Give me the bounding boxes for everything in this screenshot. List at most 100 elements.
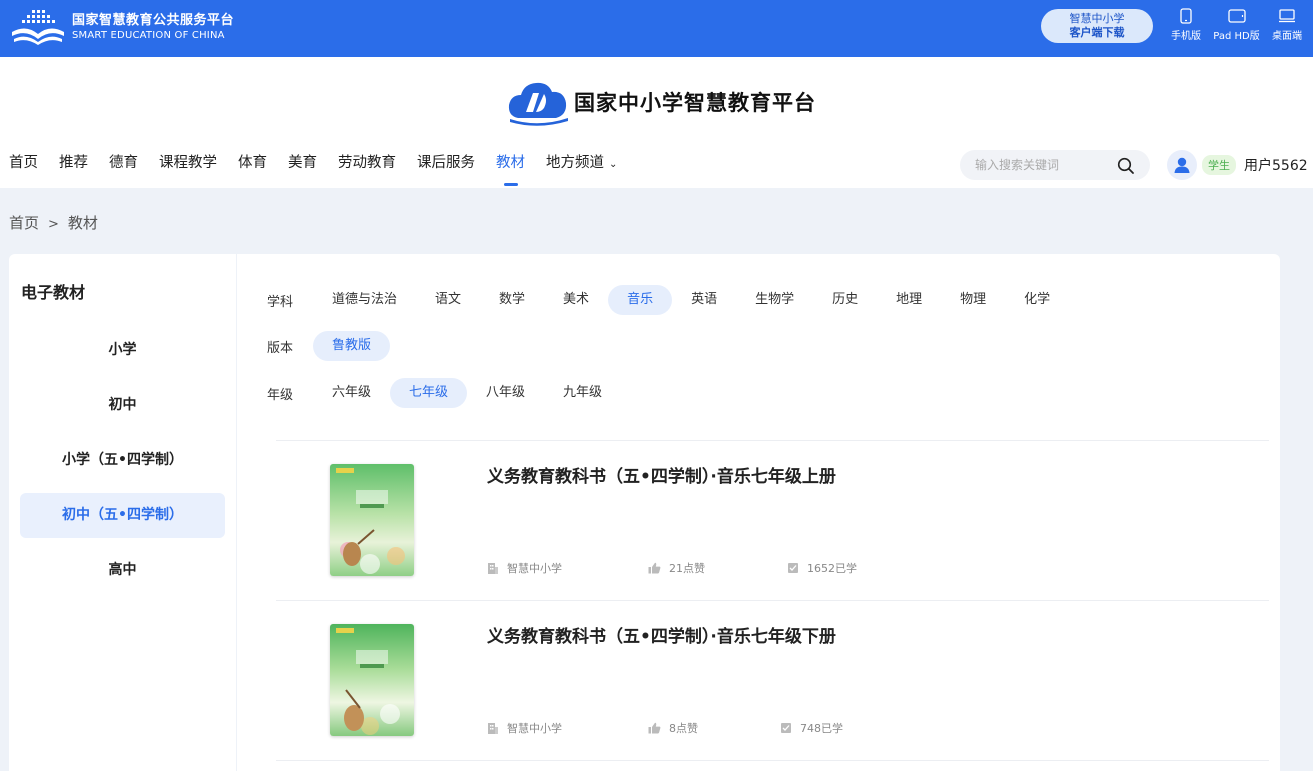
book-cover-image-icon — [330, 624, 414, 736]
filter-subject-label: 学科 — [267, 294, 294, 310]
book-cover[interactable] — [330, 464, 414, 576]
main-nav: 首页 推荐 德育 课程教学 体育 美育 劳动教育 课后服务 教材 地方频道 ⌄ — [9, 154, 638, 184]
book-likes: 21点赞 — [648, 560, 705, 576]
learned-icon — [788, 563, 798, 573]
book-likes-text: 8点赞 — [669, 722, 698, 735]
breadcrumb-home[interactable]: 首页 — [9, 214, 39, 232]
book-source: 智慧中小学 — [487, 720, 562, 736]
book-learned: 748已学 — [780, 720, 843, 736]
site-logo-icon — [508, 82, 568, 126]
book-title[interactable]: 义务教育教科书（五•四学制）·音乐七年级上册 — [487, 462, 836, 487]
search-icon[interactable] — [1117, 157, 1135, 175]
brand-name-en: SMART EDUCATION OF CHINA — [72, 29, 225, 41]
breadcrumb-separator: > — [48, 217, 59, 232]
header: 国家中小学智慧教育平台 首页 推荐 德育 课程教学 体育 美育 劳动教育 课后服… — [0, 57, 1313, 188]
sidebar-item-senior[interactable]: 高中 — [20, 548, 225, 593]
sidebar: 电子教材 小学 初中 小学（五•四学制） 初中（五•四学制） 高中 — [9, 254, 236, 771]
thumbs-up-icon — [648, 562, 661, 574]
nav-home[interactable]: 首页 — [9, 154, 38, 184]
breadcrumb-current: 教材 — [67, 214, 98, 232]
device-tablet[interactable]: Pad HD版 — [1209, 8, 1264, 42]
subject-chip-chinese[interactable]: 语文 — [416, 285, 480, 315]
sidebar-item-junior-54[interactable]: 初中（五•四学制） — [20, 493, 225, 538]
book-source-text: 智慧中小学 — [507, 722, 562, 735]
download-line-1: 智慧中小学 — [1069, 12, 1125, 25]
subject-chip-music[interactable]: 音乐 — [608, 285, 673, 315]
thumbs-up-icon — [648, 722, 661, 734]
subject-chip-history[interactable]: 历史 — [813, 285, 877, 315]
edition-chip-lujiao[interactable]: 鲁教版 — [313, 331, 391, 361]
subject-chip-chemistry[interactable]: 化学 — [1005, 285, 1069, 315]
book-title[interactable]: 义务教育教科书（五•四学制）·音乐七年级下册 — [487, 622, 836, 647]
book-likes: 8点赞 — [648, 720, 698, 736]
nav-moral[interactable]: 德育 — [109, 154, 138, 184]
device-tablet-label: Pad HD版 — [1213, 31, 1260, 42]
nav-local-channel-label: 地方频道 — [546, 155, 604, 171]
nav-textbooks[interactable]: 教材 — [496, 154, 525, 184]
book-likes-text: 21点赞 — [669, 562, 705, 575]
building-icon — [488, 722, 498, 734]
nav-courses[interactable]: 课程教学 — [159, 154, 217, 184]
subject-chip-fine-arts[interactable]: 美术 — [544, 285, 608, 315]
site-title: 国家中小学智慧教育平台 — [574, 90, 816, 115]
user-avatar-icon — [1174, 157, 1190, 173]
book-learned: 1652已学 — [787, 560, 857, 576]
filter-edition-label: 版本 — [267, 340, 294, 356]
desktop-icon — [1279, 9, 1295, 23]
subject-chip-biology[interactable]: 生物学 — [736, 285, 813, 315]
chevron-down-icon: ⌄ — [609, 159, 618, 170]
subject-chip-english[interactable]: 英语 — [672, 285, 736, 315]
book-source: 智慧中小学 — [487, 560, 562, 576]
building-icon — [488, 562, 498, 574]
nav-local-channel[interactable]: 地方频道 ⌄ — [546, 154, 617, 184]
user-menu[interactable]: 学生 用户5562 — [1167, 150, 1308, 180]
search-input[interactable] — [975, 150, 1120, 180]
top-bar: 国家智慧教育公共服务平台 SMART EDUCATION OF CHINA 智慧… — [0, 0, 1313, 57]
subject-chip-morality[interactable]: 道德与法治 — [313, 285, 416, 315]
learned-icon — [781, 723, 791, 733]
list-divider — [276, 760, 1269, 771]
book-source-text: 智慧中小学 — [507, 562, 562, 575]
download-line-2: 客户端下载 — [1069, 26, 1125, 39]
book-learned-text: 1652已学 — [807, 562, 857, 575]
main-panel: 学科 道德与法治 语文 数学 美术 音乐 英语 生物学 历史 地理 物理 化学 … — [237, 254, 1280, 771]
sidebar-item-primary-54[interactable]: 小学（五•四学制） — [20, 438, 225, 483]
device-desktop-label: 桌面端 — [1272, 31, 1302, 42]
grade-chip-8[interactable]: 八年级 — [467, 378, 544, 408]
grade-chip-9[interactable]: 九年级 — [544, 378, 621, 408]
subject-chip-math[interactable]: 数学 — [480, 285, 544, 315]
device-phone-label: 手机版 — [1171, 31, 1201, 42]
book-item[interactable]: 义务教育教科书（五•四学制）·音乐七年级上册 智慧中小学 21点赞 1652已学 — [276, 440, 1269, 600]
sidebar-item-junior[interactable]: 初中 — [20, 383, 225, 428]
breadcrumb: 首页 > 教材 — [9, 212, 98, 233]
nav-labor[interactable]: 劳动教育 — [338, 154, 396, 184]
filter-grade-row: 年级 六年级 七年级 八年级 九年级 — [267, 378, 621, 408]
brand[interactable]: 国家智慧教育公共服务平台 SMART EDUCATION OF CHINA — [10, 8, 234, 46]
sidebar-title: 电子教材 — [21, 283, 86, 302]
subject-chip-geography[interactable]: 地理 — [877, 285, 941, 315]
nav-after-school[interactable]: 课后服务 — [417, 154, 475, 184]
grade-chip-7[interactable]: 七年级 — [390, 378, 468, 408]
sidebar-item-primary[interactable]: 小学 — [20, 328, 225, 373]
filter-subject-row: 学科 道德与法治 语文 数学 美术 音乐 英语 生物学 历史 地理 物理 化学 — [267, 285, 1069, 315]
book-cover-image-icon — [330, 464, 414, 576]
nav-arts[interactable]: 美育 — [288, 154, 317, 184]
username[interactable]: 用户5562 — [1244, 155, 1308, 175]
subject-chip-physics[interactable]: 物理 — [941, 285, 1005, 315]
book-cover[interactable] — [330, 624, 414, 736]
avatar[interactable] — [1167, 150, 1197, 180]
nav-recommend[interactable]: 推荐 — [59, 154, 88, 184]
book-item[interactable]: 义务教育教科书（五•四学制）·音乐七年级下册 智慧中小学 8点赞 748已学 — [276, 600, 1269, 760]
brand-logo-icon — [12, 10, 64, 45]
grade-chip-6[interactable]: 六年级 — [313, 378, 390, 408]
device-phone[interactable]: 手机版 — [1168, 8, 1204, 42]
filter-grade-label: 年级 — [267, 387, 294, 403]
nav-sports[interactable]: 体育 — [238, 154, 267, 184]
client-download-button[interactable]: 智慧中小学 客户端下载 — [1041, 9, 1153, 43]
device-desktop[interactable]: 桌面端 — [1268, 8, 1306, 42]
book-learned-text: 748已学 — [800, 722, 843, 735]
site-logo[interactable]: 国家中小学智慧教育平台 — [506, 78, 816, 126]
search-box — [960, 150, 1150, 180]
phone-icon — [1180, 8, 1192, 24]
role-badge: 学生 — [1202, 155, 1236, 175]
